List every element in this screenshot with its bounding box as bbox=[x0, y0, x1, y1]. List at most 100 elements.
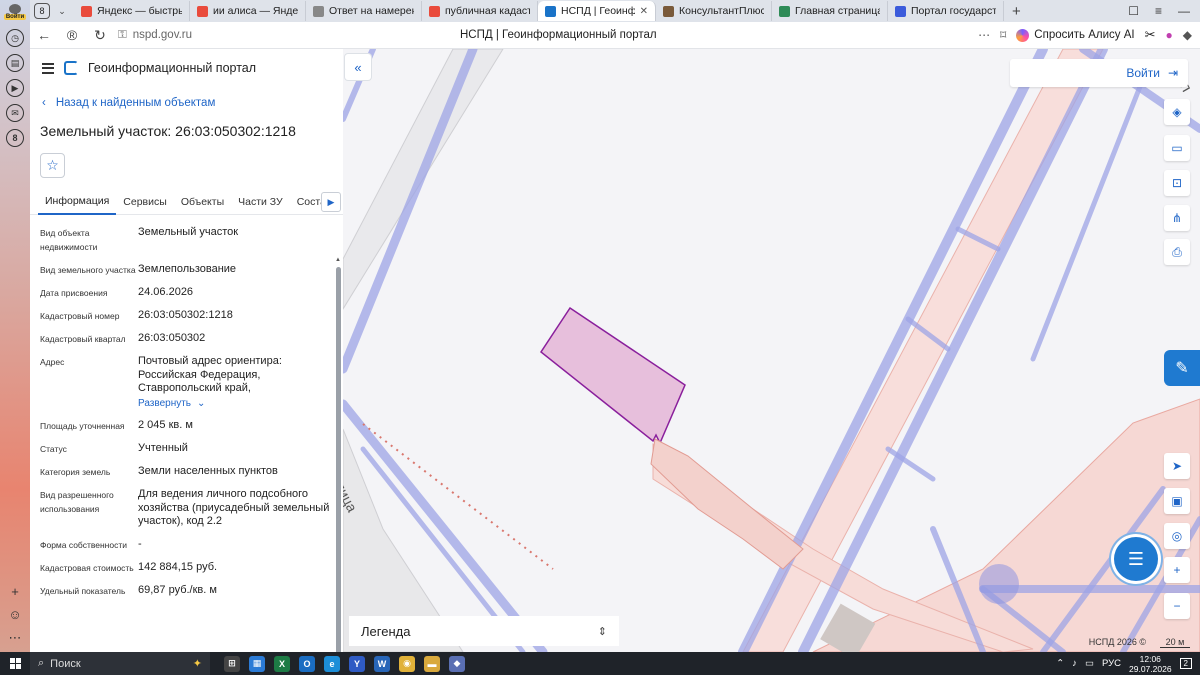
collections-icon[interactable]: ▤ bbox=[6, 54, 24, 72]
browser-tab[interactable]: Ответ на намерение уч bbox=[306, 1, 422, 21]
map-view[interactable]: улица пл « Войти ⇥ ◈ ▭ ⊡ ⋔ ⎙ ✎ ➤ ▣ ◎ + −… bbox=[343, 49, 1200, 652]
word-icon[interactable]: W bbox=[374, 655, 390, 672]
info-tab[interactable]: Объекты bbox=[174, 189, 231, 215]
browser-tab[interactable]: ии алиса — Яндекс: наш bbox=[190, 1, 306, 21]
home-icon bbox=[779, 5, 790, 17]
more-dots-icon[interactable]: ⋯ bbox=[978, 28, 990, 42]
tab-counter[interactable]: 8 bbox=[34, 3, 50, 19]
layers-button[interactable]: ◈ bbox=[1164, 99, 1190, 125]
neighbor-parcel[interactable] bbox=[650, 438, 804, 570]
measure-button[interactable]: ▭ bbox=[1164, 135, 1190, 161]
messenger-icon[interactable]: ✉ bbox=[6, 104, 24, 122]
menu-burger-icon[interactable] bbox=[42, 62, 54, 74]
task-view-icon[interactable]: ⊞ bbox=[224, 655, 240, 672]
bookmarks-icon[interactable]: ☐ bbox=[1128, 4, 1139, 18]
taskbar-search[interactable]: ⌕ Поиск ✦ bbox=[30, 652, 210, 675]
system-tray: ⌃ ♪ ▭ РУС 12:06 29.07.2026 2 bbox=[1056, 654, 1200, 674]
info-tab[interactable]: Сервисы bbox=[116, 189, 174, 215]
plus-icon: + bbox=[1173, 563, 1181, 577]
app-icon[interactable]: ◆ bbox=[449, 655, 465, 672]
browser-tab-title: КонсультантПлюс Авто bbox=[679, 5, 764, 17]
zoom-out-button[interactable]: − bbox=[1164, 593, 1190, 619]
select-area-icon: ⊡ bbox=[1171, 176, 1183, 190]
property-value-wrap: Земли населенных пунктов bbox=[138, 462, 330, 479]
clock[interactable]: 12:06 29.07.2026 bbox=[1129, 654, 1172, 674]
side-badge-icon[interactable]: 8 bbox=[6, 129, 24, 147]
play-icon[interactable]: ▶ bbox=[6, 79, 24, 97]
yandex-browser-icon[interactable]: Y bbox=[349, 655, 365, 672]
ask-alice-button[interactable]: Спросить Алису AI bbox=[1016, 28, 1135, 42]
my-location-button[interactable]: ◎ bbox=[1164, 523, 1190, 549]
minimize-icon[interactable]: — bbox=[1178, 4, 1190, 18]
panel-scrollbar[interactable] bbox=[336, 267, 341, 652]
property-value-wrap: 2 045 кв. м bbox=[138, 416, 330, 433]
explorer-icon[interactable]: ▬ bbox=[424, 655, 440, 672]
back-arrow-icon[interactable]: ← bbox=[30, 27, 58, 43]
notifications-icon[interactable]: 2 bbox=[1179, 658, 1192, 669]
menu-icon[interactable]: ≡ bbox=[1155, 4, 1162, 18]
locate-button[interactable]: ➤ bbox=[1164, 453, 1190, 479]
excel-icon[interactable]: X bbox=[274, 655, 290, 672]
edge-icon[interactable]: e bbox=[324, 655, 340, 672]
back-to-results-label: Назад к найденным объектам bbox=[55, 97, 216, 109]
speaker-icon[interactable]: ♪ bbox=[1072, 658, 1077, 669]
chat-button[interactable]: ☰ bbox=[1114, 537, 1158, 581]
browser-tab[interactable]: Главная страница bbox=[772, 1, 888, 21]
legend-bar[interactable]: Легенда ⇕ bbox=[349, 616, 619, 646]
browser-tab[interactable]: Портал государственн bbox=[888, 1, 1004, 21]
alice-icon[interactable]: ☺ bbox=[8, 607, 21, 622]
collapse-panel-button[interactable]: « bbox=[345, 54, 371, 80]
extension-dot-icon[interactable]: ● bbox=[1166, 28, 1173, 42]
property-value: 26:03:050302:1218 bbox=[138, 309, 233, 321]
minimap-button[interactable]: ▣ bbox=[1164, 488, 1190, 514]
browser-tab[interactable]: публичная кадастрова bbox=[422, 1, 538, 21]
star-icon: ☆ bbox=[46, 157, 59, 173]
print-button[interactable]: ⎙ bbox=[1164, 239, 1190, 265]
property-key: Вид разрешенного использования bbox=[40, 490, 114, 514]
url-field[interactable]: ⚿ nspd.gov.ru bbox=[118, 29, 192, 42]
browser-tab[interactable]: КонсультантПлюс Авто bbox=[656, 1, 772, 21]
extension-map-icon[interactable]: ◆ bbox=[1183, 28, 1192, 42]
extension-icon[interactable]: ✂ bbox=[1145, 27, 1156, 43]
reload-icon[interactable]: ↻ bbox=[86, 27, 114, 44]
bookmark-icon[interactable]: ⌑ bbox=[1000, 28, 1006, 42]
new-tab-icon[interactable]: + bbox=[1004, 3, 1029, 20]
chevron-down-icon[interactable]: ⌄ bbox=[54, 6, 70, 17]
expand-address-link[interactable]: Развернуть ⌄ bbox=[138, 397, 330, 411]
info-tab[interactable]: Информация bbox=[38, 189, 117, 215]
ask-alice-label: Спросить Алису AI bbox=[1034, 29, 1135, 41]
map-login-button[interactable]: Войти ⇥ bbox=[1010, 59, 1188, 87]
tabs-scroll-right-button[interactable]: ▶ bbox=[321, 192, 341, 212]
store-icon[interactable]: ▦ bbox=[249, 655, 265, 672]
scroll-up-icon[interactable]: ▲ bbox=[335, 257, 341, 263]
property-value-wrap: Земельный участок bbox=[138, 223, 330, 254]
more-icon[interactable]: ⋯ bbox=[9, 630, 22, 646]
map-canvas[interactable] bbox=[343, 49, 1200, 652]
chrome-icon[interactable]: ◉ bbox=[399, 655, 415, 672]
expand-arrows-icon: ⇕ bbox=[597, 625, 607, 638]
browser-tab[interactable]: НСПД | Геоинформац ✕ bbox=[538, 1, 656, 21]
share-button[interactable]: ⋔ bbox=[1164, 205, 1190, 231]
select-area-button[interactable]: ⊡ bbox=[1164, 170, 1190, 196]
outlook-icon[interactable]: O bbox=[299, 655, 315, 672]
protect-icon[interactable]: ® bbox=[58, 27, 86, 43]
url-text: nspd.gov.ru bbox=[132, 29, 193, 41]
selected-parcel[interactable] bbox=[539, 306, 686, 445]
add-icon[interactable]: + bbox=[11, 584, 19, 599]
browser-tab[interactable]: Яндекс — быстрый пои bbox=[74, 1, 190, 21]
property-key: Кадастровый номер bbox=[40, 311, 120, 321]
info-tab[interactable]: Части ЗУ bbox=[231, 189, 290, 215]
favorite-button[interactable]: ☆ bbox=[40, 153, 65, 178]
zoom-in-button[interactable]: + bbox=[1164, 557, 1190, 583]
tray-expand-icon[interactable]: ⌃ bbox=[1056, 658, 1064, 669]
back-to-results-link[interactable]: ‹ Назад к найденным объектам bbox=[42, 97, 343, 109]
support-tab[interactable]: ✎ bbox=[1164, 350, 1200, 386]
language-indicator[interactable]: РУС bbox=[1102, 658, 1121, 669]
close-tab-icon[interactable]: ✕ bbox=[640, 6, 648, 17]
start-button[interactable] bbox=[0, 658, 30, 669]
history-icon[interactable]: ◷ bbox=[6, 29, 24, 47]
network-icon[interactable]: ▭ bbox=[1085, 658, 1094, 669]
property-key: Вид земельного участка bbox=[40, 265, 136, 275]
yandex-login-button[interactable]: Войти bbox=[2, 2, 28, 22]
property-value: Учтенный bbox=[138, 442, 188, 454]
